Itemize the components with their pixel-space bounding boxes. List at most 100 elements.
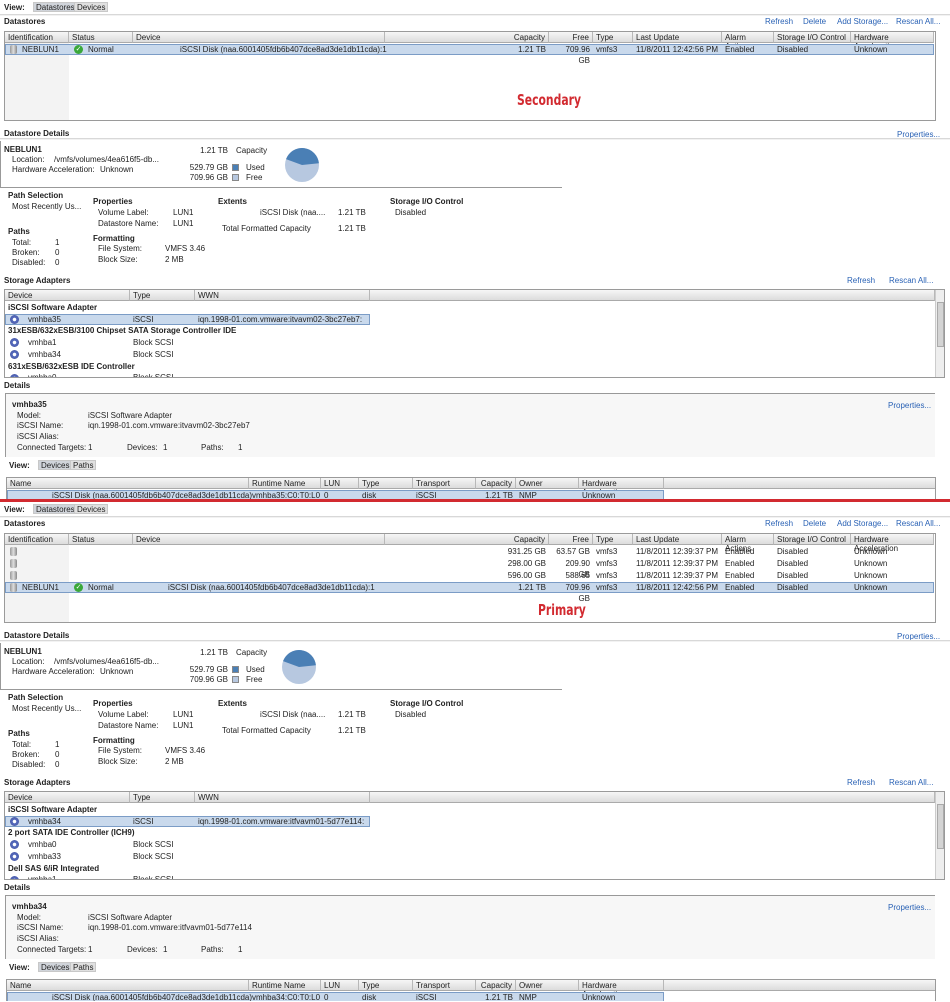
column-header[interactable]: Hardware Acceleration <box>851 32 934 51</box>
view-datastores-button[interactable]: Datastores <box>33 2 78 12</box>
adapters-refresh-link[interactable]: Refresh <box>847 778 875 787</box>
datastore-row[interactable]: NEBLUN1 ✓ Normal iSCSI Disk (naa.6001405fdb… <box>5 582 934 603</box>
column-header[interactable]: Storage I/O Control <box>774 32 851 43</box>
column-header[interactable]: Device <box>5 290 130 301</box>
scrollbar-thumb[interactable] <box>937 302 944 347</box>
column-header[interactable]: Runtime Name <box>249 478 321 489</box>
refresh-link[interactable]: Refresh <box>765 519 793 528</box>
column-header[interactable]: Status <box>69 534 133 545</box>
delete-link[interactable]: Delete <box>803 17 826 26</box>
datastore-id <box>19 546 25 557</box>
adapter-row[interactable]: vmhba0 Block SCSI <box>5 372 370 377</box>
column-header[interactable]: Capacity <box>476 980 516 991</box>
details-view-devices-button[interactable]: Devices <box>38 460 73 470</box>
datastore-capacity: 931.25 GB <box>507 547 546 556</box>
column-header[interactable]: Status <box>69 32 133 43</box>
column-header[interactable]: Identification <box>5 32 69 43</box>
adapter-row[interactable]: vmhba34 Block SCSI <box>5 349 370 360</box>
block-size-label: Block Size: <box>98 255 138 264</box>
column-header[interactable]: Type <box>359 478 413 489</box>
used-label: Used <box>246 665 265 674</box>
datastore-row[interactable]: 596.00 GB 588.65 GB vmfs3 11/8/2011 12:39:3… <box>5 570 934 591</box>
column-header[interactable]: Capacity <box>476 478 516 489</box>
column-header[interactable]: Runtime Name <box>249 980 321 991</box>
adapters-rescan-all-link[interactable]: Rescan All... <box>889 778 933 787</box>
paths-disabled-label: Disabled: <box>12 760 46 769</box>
details-view-paths-button[interactable]: Paths <box>70 962 97 972</box>
adapter-properties-link[interactable]: Properties... <box>888 401 931 410</box>
details-view-paths-button[interactable]: Paths <box>70 460 97 470</box>
adapter-group-header: Dell SAS 6/iR Integrated <box>8 863 100 873</box>
vertical-scrollbar[interactable] <box>935 290 944 377</box>
capacity-value: 1.21 TB <box>200 146 228 155</box>
datastore-status: Normal <box>88 583 114 592</box>
paths-disabled-value: 0 <box>55 760 60 769</box>
column-header[interactable]: Alarm Actions <box>722 32 774 51</box>
column-header[interactable]: Transport <box>413 478 476 489</box>
column-header[interactable]: Hardware Acceleration <box>851 534 934 553</box>
column-header[interactable]: Owner <box>516 980 579 991</box>
adapter-row[interactable]: vmhba34 iSCSI iqn.1998-01.com.vmware:itfva… <box>5 815 370 827</box>
column-header[interactable]: Type <box>593 32 633 43</box>
block-size-value: 2 MB <box>165 255 184 264</box>
file-system-value: VMFS 3.46 <box>165 746 206 755</box>
adapter-row[interactable]: vmhba35 iSCSI iqn.1998-01.com.vmware:itvav… <box>5 313 370 325</box>
column-header[interactable]: Hardware Acceleration <box>579 478 664 497</box>
column-header[interactable]: Storage I/O Control <box>774 534 851 545</box>
view-devices-button[interactable]: Devices <box>74 2 109 12</box>
column-header[interactable]: Device <box>5 792 130 803</box>
connected-targets-value: 1 <box>88 945 93 954</box>
column-header[interactable]: Last Update <box>633 32 722 43</box>
column-header[interactable]: Last Update <box>633 534 722 545</box>
iscsi-name-label: iSCSI Name: <box>17 923 64 932</box>
column-header[interactable]: WWN <box>195 290 370 301</box>
add-storage-link[interactable]: Add Storage... <box>837 17 888 26</box>
column-header[interactable]: Identification <box>5 534 69 545</box>
adapter-properties-link[interactable]: Properties... <box>888 903 931 912</box>
datastore-name-value: LUN1 <box>173 219 194 228</box>
scrollbar-thumb[interactable] <box>937 804 944 849</box>
datastore-row[interactable]: NEBLUN1 ✓ Normal iSCSI Disk (naa.6001405fdb… <box>5 44 934 65</box>
device-row[interactable]: iSCSI Disk (naa.6001405fdb6b407dce8ad3de… <box>7 992 664 1001</box>
column-header[interactable]: Name <box>7 980 249 991</box>
datastore-row[interactable]: 298.00 GB 209.90 GB vmfs3 11/8/2011 12:39:3… <box>5 558 934 579</box>
column-header[interactable]: Capacity <box>385 534 549 545</box>
column-header[interactable]: Transport <box>413 980 476 991</box>
connected-targets-label: Connected Targets: <box>17 945 87 954</box>
adapter-row[interactable]: vmhba33 Block SCSI <box>5 851 370 862</box>
view-datastores-button[interactable]: Datastores <box>33 504 78 514</box>
adapter-group-header: 631xESB/632xESB IDE Controller <box>8 361 135 371</box>
column-header[interactable]: Type <box>130 792 195 803</box>
column-header[interactable]: Free <box>549 32 593 43</box>
column-header[interactable]: Free <box>549 534 593 545</box>
adapter-row[interactable]: vmhba0 Block SCSI <box>5 839 370 850</box>
rescan-all-link[interactable]: Rescan All... <box>896 17 940 26</box>
adapter-row[interactable]: vmhba1 Block SCSI <box>5 337 370 348</box>
datastore-row[interactable]: 931.25 GB 63.57 GB vmfs3 11/8/2011 12:39:37… <box>5 546 934 557</box>
column-header[interactable]: Hardware Acceleration <box>579 980 664 999</box>
column-header[interactable]: Type <box>593 534 633 545</box>
rescan-all-link[interactable]: Rescan All... <box>896 519 940 528</box>
column-header[interactable]: Alarm Actions <box>722 534 774 553</box>
delete-link[interactable]: Delete <box>803 519 826 528</box>
column-header[interactable]: Type <box>359 980 413 991</box>
column-header[interactable]: Device <box>133 534 385 545</box>
column-header[interactable]: LUN <box>321 980 359 991</box>
path-selection-title: Path Selection <box>8 693 64 702</box>
view-devices-button[interactable]: Devices <box>74 504 109 514</box>
column-header[interactable]: Type <box>130 290 195 301</box>
datastore-free: 709.96 GB <box>565 45 590 65</box>
adapter-row[interactable]: vmhba1 Block SCSI <box>5 874 370 879</box>
refresh-link[interactable]: Refresh <box>765 17 793 26</box>
adapters-rescan-all-link[interactable]: Rescan All... <box>889 276 933 285</box>
details-view-devices-button[interactable]: Devices <box>38 962 73 972</box>
adapters-refresh-link[interactable]: Refresh <box>847 276 875 285</box>
column-header[interactable]: Device <box>133 32 385 43</box>
column-header[interactable]: Name <box>7 478 249 489</box>
column-header[interactable]: Capacity <box>385 32 549 43</box>
vertical-scrollbar[interactable] <box>935 792 944 879</box>
add-storage-link[interactable]: Add Storage... <box>837 519 888 528</box>
column-header[interactable]: LUN <box>321 478 359 489</box>
column-header[interactable]: Owner <box>516 478 579 489</box>
column-header[interactable]: WWN <box>195 792 370 803</box>
